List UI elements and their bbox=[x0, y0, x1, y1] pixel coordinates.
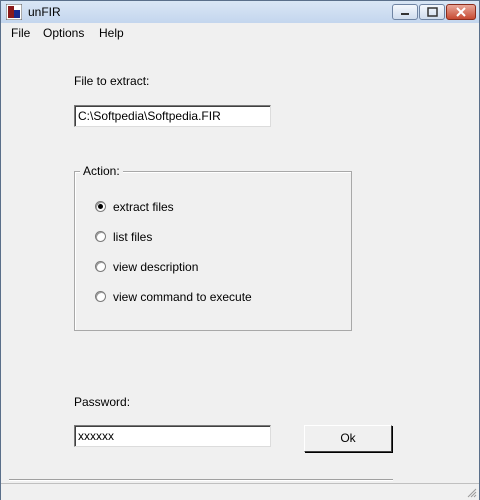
password-label: Password: bbox=[74, 395, 131, 409]
maximize-button[interactable] bbox=[419, 4, 445, 20]
action-legend: Action: bbox=[80, 164, 123, 178]
menu-file[interactable]: File bbox=[11, 26, 30, 40]
radio-label: extract files bbox=[113, 200, 174, 214]
unfir-app-icon bbox=[5, 3, 23, 21]
ok-button[interactable]: Ok bbox=[304, 425, 392, 452]
radio-button[interactable] bbox=[95, 291, 106, 302]
radio-label: view description bbox=[113, 260, 199, 274]
action-groupbox bbox=[74, 171, 352, 331]
radio-button[interactable] bbox=[95, 231, 106, 242]
minimize-button[interactable] bbox=[392, 4, 418, 20]
resize-grip-icon[interactable] bbox=[465, 486, 477, 498]
radio-button[interactable] bbox=[95, 261, 106, 272]
menu-options[interactable]: Options bbox=[43, 26, 84, 40]
menu-help[interactable]: Help bbox=[99, 26, 124, 40]
menu-bar: File Options Help bbox=[1, 23, 479, 43]
maximize-icon bbox=[427, 7, 438, 17]
radio-label: list files bbox=[113, 230, 153, 244]
window-title: unFIR bbox=[28, 5, 61, 19]
file-path-input[interactable] bbox=[74, 105, 271, 127]
radio-button[interactable] bbox=[95, 201, 106, 212]
minimize-icon bbox=[401, 13, 409, 15]
file-to-extract-label: File to extract: bbox=[74, 74, 150, 88]
title-bar[interactable]: unFIR bbox=[1, 1, 479, 24]
status-bar bbox=[1, 483, 479, 500]
close-icon bbox=[456, 7, 466, 17]
password-input[interactable] bbox=[74, 425, 271, 447]
app-window: unFIR File Options Help File to extract:… bbox=[0, 0, 480, 500]
radio-label: view command to execute bbox=[113, 290, 252, 304]
status-divider bbox=[9, 479, 393, 481]
close-button[interactable] bbox=[446, 4, 476, 20]
